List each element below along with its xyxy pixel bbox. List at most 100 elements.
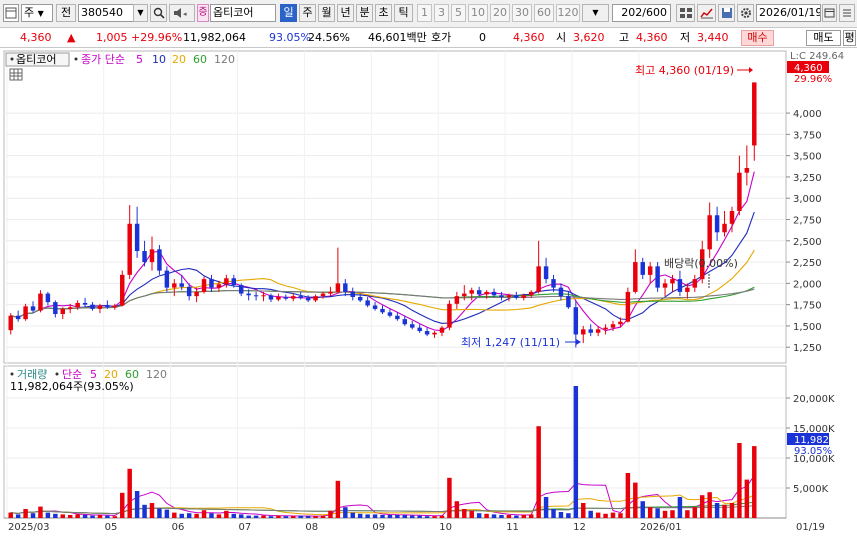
candle-body [677,279,683,292]
candle-body [707,215,712,250]
volume-bar [514,515,519,518]
change-percent: +29.96% [131,31,183,44]
volume-bar [424,516,430,518]
legend-dot-icon [10,372,14,376]
period-week[interactable]: 주 [299,4,316,22]
market-select[interactable]: 주 ▼ [21,4,53,22]
volume-bar [372,514,378,518]
open-value: 3,620 [573,31,605,44]
count-input[interactable]: 202/600 [612,4,671,22]
volume-bar [581,503,586,518]
candle-body [640,262,645,275]
volume-bar [640,501,645,518]
price-tick-label: 1,250 [793,343,822,354]
market-label: 주 [24,6,35,19]
volume-bar [528,514,534,518]
prev-button[interactable]: 전 [56,4,76,22]
volume-bar [328,510,333,518]
volume-bar [410,515,415,518]
volume-bar [647,507,653,518]
legend-ma60: 60 [193,53,207,66]
candle-body [380,308,385,313]
max-price-annotation: 최고 4,360 (01/19) [635,64,734,77]
table-view-icon[interactable] [9,68,23,81]
interval-10[interactable]: 10 [468,4,488,22]
volume-bar [491,514,497,518]
volume-bar [127,468,132,518]
period-year[interactable]: 년 [337,4,354,22]
calendar-icon[interactable] [822,4,837,22]
open-label: 시 [556,31,567,44]
date-input[interactable]: 2026/01/19 [756,4,821,22]
period-second[interactable]: 초 [375,4,392,22]
speaker-icon[interactable]: ◂ [169,4,195,22]
candle-body [313,296,318,301]
volume-bar [692,507,698,518]
candle-body [462,293,467,297]
save-icon[interactable] [718,4,735,22]
price-chart[interactable]: 4,000 3,750 3,500 3,250 3,000 2,750 2,500 2,250… [0,48,857,538]
trade-amount: 46,601백만 [368,31,427,44]
volume-bar [15,514,21,518]
period-month[interactable]: 월 [318,4,335,22]
volume-tick-label: 5,000K [793,484,829,495]
period-tick[interactable]: 틱 [394,4,413,22]
interval-60[interactable]: 60 [534,4,554,22]
stock-name[interactable]: 옵티코어 [210,4,276,22]
volume-bar [677,497,683,518]
candle-body [75,302,80,308]
search-icon[interactable] [150,4,167,22]
interval-20[interactable]: 20 [490,4,510,22]
current-price: 4,360 [20,31,52,44]
interval-3[interactable]: 3 [434,4,449,22]
interval-120[interactable]: 120 [556,4,580,22]
chart-compare-icon[interactable] [697,4,716,22]
volume-bar [588,510,593,518]
gear-icon[interactable] [737,4,754,22]
volume-bar [700,495,705,518]
candle-body [714,215,720,233]
volume-bar [670,510,675,518]
interval-5[interactable]: 5 [451,4,466,22]
volume-bar [313,516,318,518]
high-value: 4,360 [636,31,668,44]
volume-bar [506,515,512,518]
quote-bar: 4,360 ▲ 1,005 +29.96% 11,982,064 93.05% … [0,28,857,48]
volume-bar [566,513,571,518]
volume-bar [737,443,742,518]
volume-bar [551,509,556,518]
candle-body [752,82,757,146]
candle-body [536,266,541,292]
last-volume-pct: 93.05% [794,446,832,457]
window-icon[interactable] [3,4,19,22]
candle-body [261,295,266,297]
sell-button[interactable]: 매도 [806,30,841,46]
grid-settings-icon[interactable] [676,4,695,22]
volume-bar [291,516,296,518]
candle-body [365,300,370,306]
interval-1[interactable]: 1 [417,4,432,22]
candle-body [573,307,579,335]
volume-bar [655,508,660,518]
volume-bar [157,508,162,518]
change-value: 1,005 [96,31,128,44]
options-icon[interactable] [839,4,855,22]
interval-dropdown[interactable]: ▼ [582,4,609,22]
candle-body [521,295,527,298]
candle-body [15,315,21,320]
last-pct-tag: 29.96% [794,74,832,85]
price-tick-label: 3,750 [793,130,822,141]
flat-button[interactable]: 평 [843,30,856,46]
volume-bar [268,516,274,518]
candle-body [112,305,118,308]
period-day[interactable]: 일 [280,4,297,22]
buy-button[interactable]: 매수 [741,30,774,46]
volume-bar [164,509,170,518]
volume-bar [75,514,80,518]
hoga-value: 0 [479,31,486,44]
interval-30[interactable]: 30 [512,4,532,22]
count-total: /600 [642,6,667,19]
period-minute[interactable]: 분 [356,4,373,22]
code-dropdown[interactable]: ▼ [133,4,148,22]
volume-bar [224,510,229,518]
